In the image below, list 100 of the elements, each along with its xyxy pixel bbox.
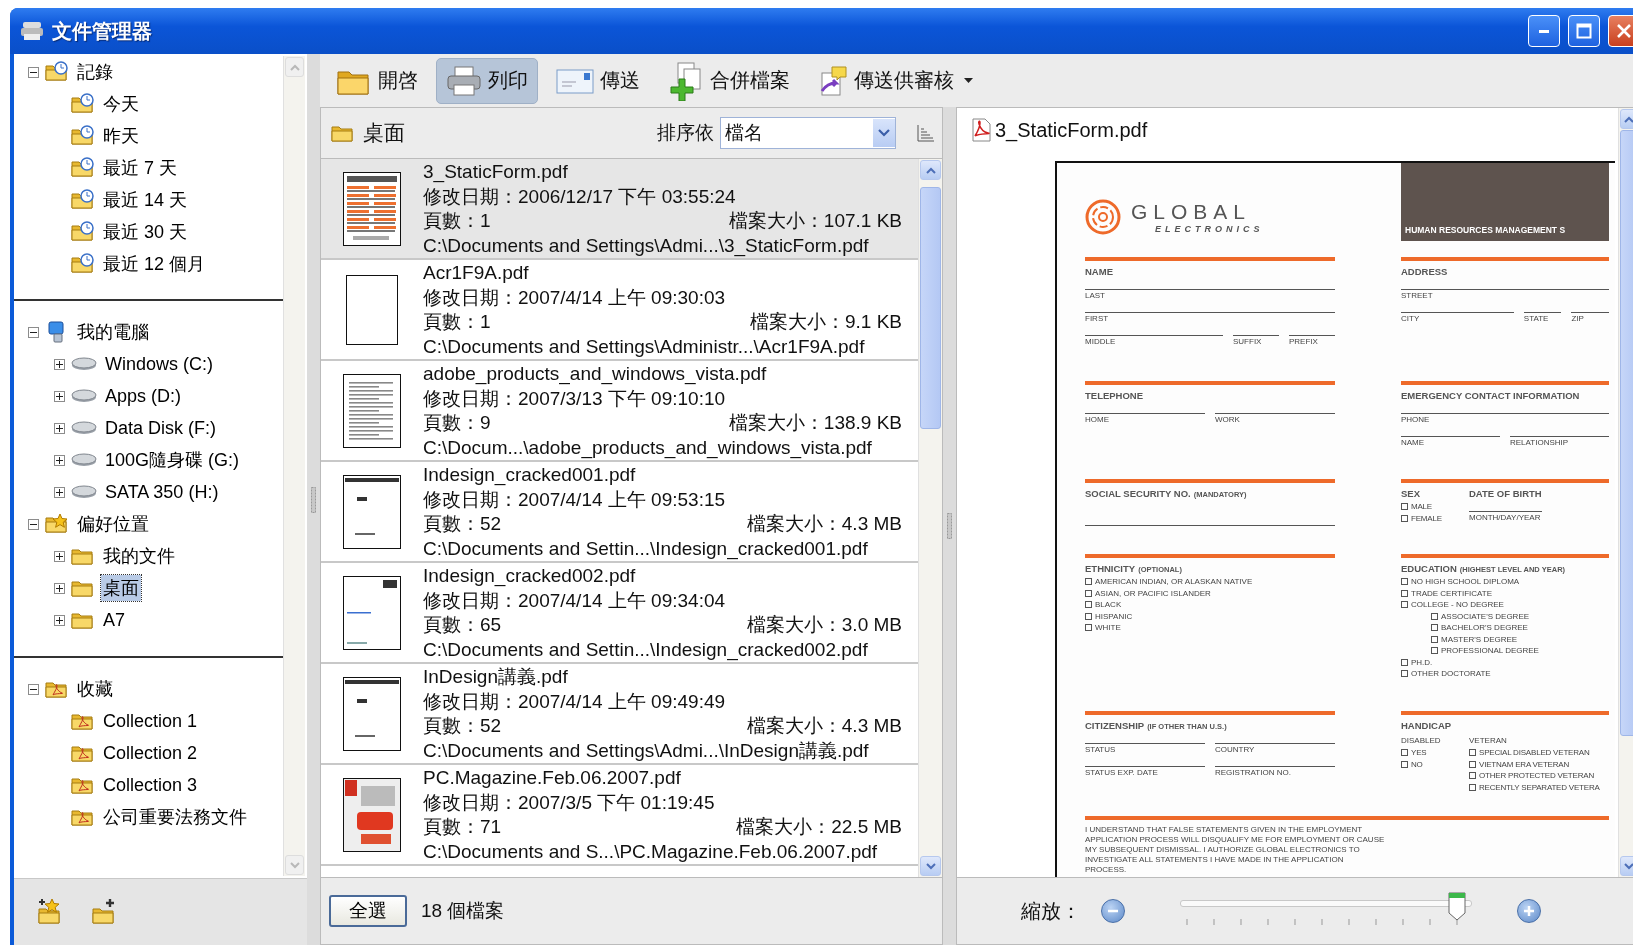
checkbox[interactable] [1401,760,1408,768]
scroll-down-button[interactable] [920,856,941,876]
checkbox-label: RECENTLY SEPARATED VETERA [1479,782,1600,792]
checkbox[interactable] [1401,503,1408,511]
checkbox[interactable] [1401,589,1408,597]
select-all-button[interactable]: 全選 [329,895,407,927]
checkbox[interactable] [1401,514,1408,522]
checkbox[interactable] [1085,624,1092,632]
toolbar-button[interactable]: 合併檔案 [658,57,800,104]
checkbox[interactable] [1431,635,1438,643]
minimize-button[interactable] [1528,15,1560,47]
tree-toggle[interactable] [54,422,65,434]
toolbar-button[interactable]: 傳送供審核 [808,57,983,104]
checkbox[interactable] [1085,578,1092,586]
scrollbar[interactable] [1618,108,1633,877]
close-button[interactable] [1608,15,1633,47]
field-label: ZIP [1571,314,1584,323]
field-label: LAST [1085,291,1105,300]
toolbar-button[interactable]: 傳送 [546,57,650,104]
file-list-item[interactable]: 3_StaticForm.pdf 修改日期：2006/12/17 下午 03:55:24 頁數：1 檔案大小：107.1 KB C:\Documents and Settings\Admi...\3_StaticForm.pdf [321,159,918,260]
tree-item[interactable]: 我的電腦 [75,319,151,345]
checkbox[interactable] [1401,601,1408,609]
tree-toggle[interactable] [54,358,65,370]
tree-item[interactable]: 最近 30 天 [101,219,190,245]
tree-item[interactable]: Windows (C:) [103,352,215,376]
checkbox[interactable] [1085,601,1092,609]
drive-icon [71,387,97,405]
tree-item[interactable]: 收藏 [75,676,115,702]
checkbox[interactable] [1401,658,1408,666]
tree-toggle[interactable] [54,614,65,626]
tree-toggle[interactable] [54,486,65,498]
tree-item[interactable]: Data Disk (F:) [103,416,218,440]
maximize-button[interactable] [1568,15,1600,47]
tree-item[interactable]: 今天 [101,91,141,117]
envelope-icon [556,66,594,95]
tree-toggle[interactable] [54,550,65,562]
checkbox[interactable] [1401,578,1408,586]
file-path: C:\Documents and Settings\Admi...\3_StaticForm.pdf [423,234,869,256]
checkbox[interactable] [1401,749,1408,757]
checkbox[interactable] [1431,624,1438,632]
tree-item[interactable]: 最近 7 天 [101,155,179,181]
toolbar-button[interactable]: 列印 [436,57,538,104]
tree-item[interactable]: A7 [101,608,128,632]
scroll-down-button[interactable] [1620,856,1633,876]
section-title: ADDRESS [1401,266,1448,277]
scrollbar[interactable] [918,159,942,877]
file-name: 3_StaticForm.pdf [423,161,568,182]
checkbox[interactable] [1431,647,1438,655]
checkbox[interactable] [1431,612,1438,620]
scroll-up-button[interactable] [920,160,941,180]
plus-icon [56,552,63,560]
scroll-thumb[interactable] [920,187,941,429]
checkbox[interactable] [1469,772,1476,780]
tree-item[interactable]: 最近 12 個月 [101,251,208,277]
tree-item[interactable]: SATA 350 (H:) [103,480,221,504]
tree-toggle[interactable] [54,390,65,402]
checkbox-label: PROFESSIONAL DEGREE [1441,646,1539,656]
tree-item[interactable]: 偏好位置 [75,511,151,537]
file-count: 18 個檔案 [421,899,505,923]
tree-item[interactable]: 公司重要法務文件 [101,804,249,830]
checkbox-label: YES [1411,748,1427,758]
tree-item[interactable]: Collection 3 [101,773,200,797]
file-list-item[interactable]: InDesign講義.pdf 修改日期：2007/4/14 上午 09:49:49 頁數：52 檔案大小：4.3 MB C:\Documents and Settings\Admi...\InDesign講義.pdf [321,664,918,765]
tree-toggle[interactable] [28,326,39,338]
checkbox[interactable] [1085,589,1092,597]
tree-item[interactable]: Collection 2 [101,741,200,765]
checkbox[interactable] [1469,760,1476,768]
clock-folder-icon [71,189,95,211]
tree-item[interactable]: 昨天 [101,123,141,149]
tree-toggle[interactable] [54,454,65,466]
splitter-handle[interactable] [947,513,952,539]
zoom-in-button[interactable] [1517,899,1541,923]
scroll-up-button[interactable] [1620,109,1633,129]
splitter-handle[interactable] [311,486,316,513]
tree-toggle[interactable] [54,582,65,594]
toolbar-button[interactable]: 開啓 [326,57,428,104]
zoom-out-button[interactable] [1101,899,1125,923]
sort-dropdown[interactable]: 檔名 [720,117,896,149]
tree-toggle[interactable] [28,518,39,530]
file-name: adobe_products_and_windows_vista.pdf [423,363,767,384]
tree-item[interactable]: Apps (D:) [103,384,184,408]
tree-item[interactable]: 記錄 [75,59,115,85]
tree-item[interactable]: 最近 14 天 [101,187,190,213]
field-label: CITY [1401,314,1420,323]
sort-label: 排序依 [657,121,714,145]
tree-item[interactable]: 桌面 [101,575,141,601]
file-size: 檔案大小：138.9 KB [728,411,902,435]
tree-item[interactable]: Collection 1 [101,709,200,733]
tree-toggle[interactable] [28,66,39,78]
checkbox[interactable] [1401,670,1408,678]
tree-item[interactable]: 100G隨身碟 (G:) [103,447,242,473]
tree-toggle[interactable] [28,683,39,695]
scroll-thumb[interactable] [1620,130,1633,736]
checkbox[interactable] [1469,783,1476,791]
slider-thumb[interactable] [1447,891,1468,921]
maximize-icon [1576,23,1592,39]
checkbox[interactable] [1469,749,1476,757]
file-name: Indesign_cracked002.pdf [423,565,636,586]
checkbox[interactable] [1085,612,1092,620]
tree-item[interactable]: 我的文件 [101,543,177,569]
